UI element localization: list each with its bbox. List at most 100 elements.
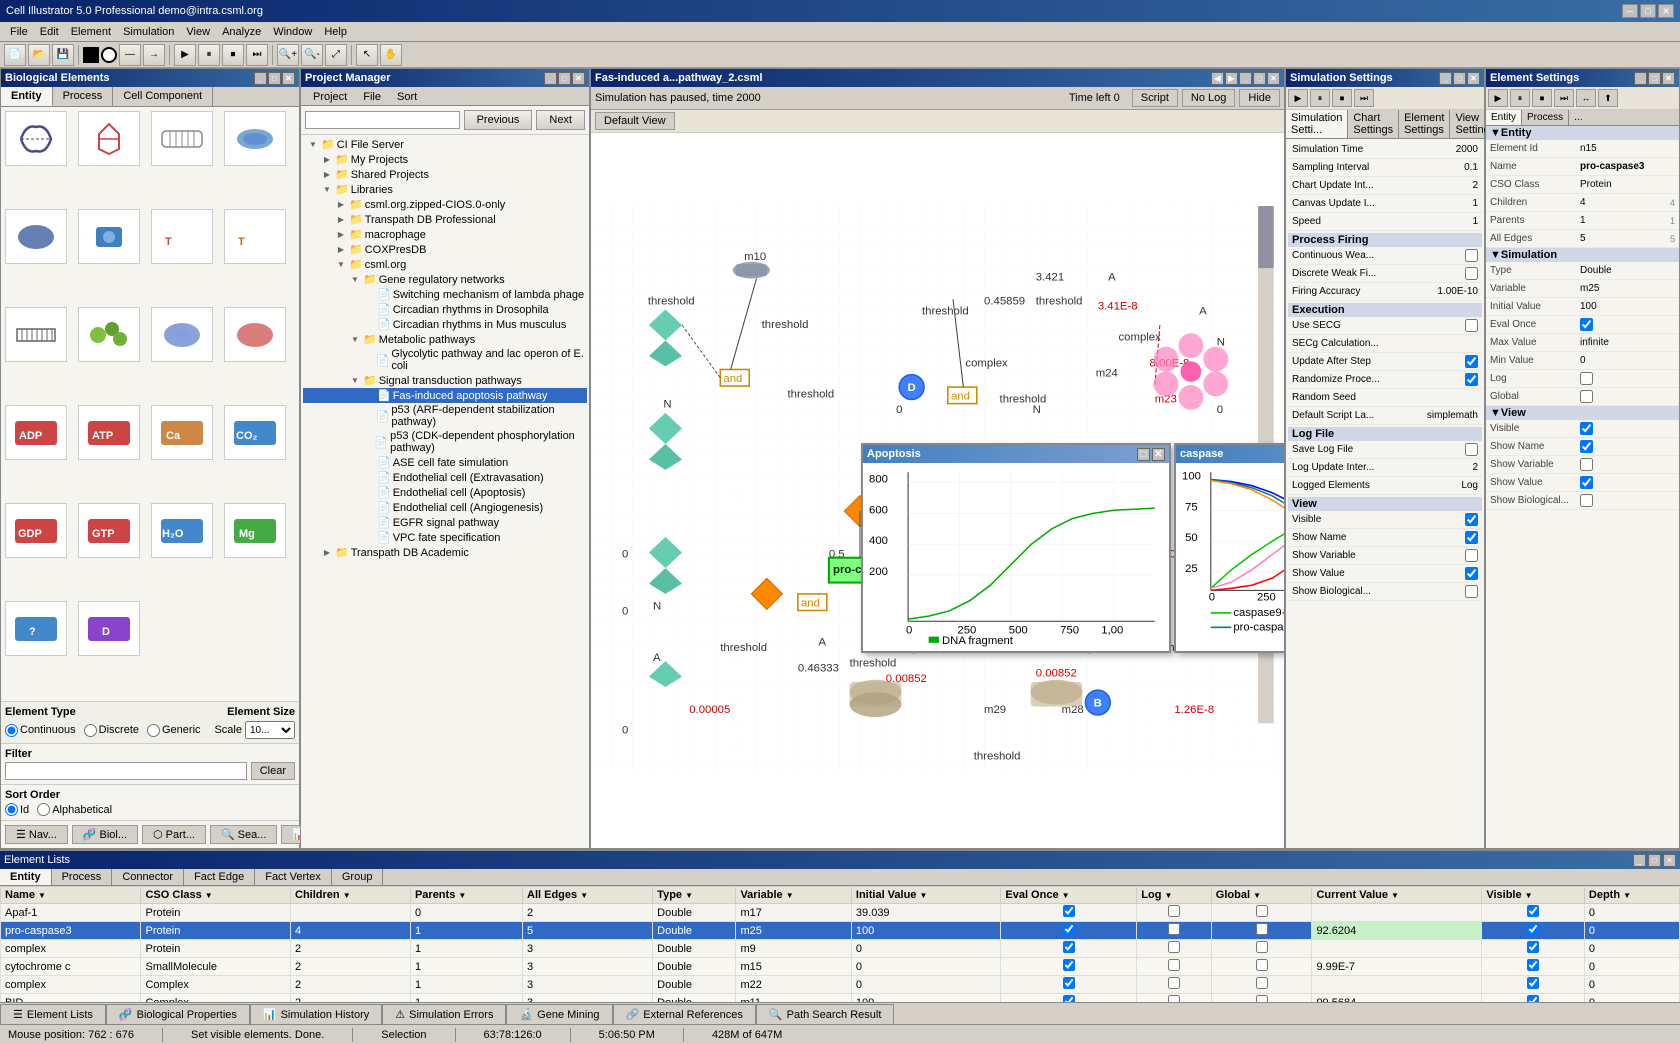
- footer-tab-extrefs[interactable]: 🔗 External References: [613, 1004, 756, 1024]
- bio-element-gdp[interactable]: GDP: [5, 503, 67, 558]
- footer-tab-bioprop[interactable]: 🧬 Biological Properties: [106, 1004, 250, 1024]
- bottom-close[interactable]: ✕: [1663, 854, 1676, 867]
- proj-tab-project[interactable]: Project: [305, 89, 355, 105]
- bio-element-co2[interactable]: CO₂: [224, 405, 286, 460]
- tree-item[interactable]: 📄p53 (CDK-dependent phosphorylation path…: [303, 429, 587, 455]
- canvas-nav-fwd[interactable]: ▶: [1225, 72, 1238, 85]
- show-bio-check[interactable]: [1465, 585, 1478, 598]
- bio-btn[interactable]: 🧬Biol...: [72, 825, 138, 844]
- apoptosis-chart-titlebar[interactable]: Apoptosis □ ✕: [863, 445, 1169, 463]
- footer-tab-genemining[interactable]: 🔬 Gene Mining: [506, 1004, 612, 1024]
- bio-element-adp[interactable]: ADP: [5, 405, 67, 460]
- elem-close[interactable]: ✕: [1662, 72, 1675, 85]
- bio-element-14[interactable]: D: [78, 601, 140, 656]
- tree-item[interactable]: 📄EGFR signal pathway: [303, 515, 587, 530]
- save-btn[interactable]: 💾: [52, 44, 74, 66]
- tree-item[interactable]: 📄Endothelial cell (Extravasation): [303, 470, 587, 485]
- apoptosis-close[interactable]: ✕: [1152, 448, 1165, 461]
- script-btn[interactable]: Script: [1132, 89, 1178, 107]
- use-secg-check[interactable]: [1465, 319, 1478, 332]
- footer-tab-simerrors[interactable]: ⚠ Simulation Errors: [382, 1004, 506, 1024]
- proj-tab-file[interactable]: File: [355, 89, 389, 105]
- show-name-check[interactable]: [1465, 531, 1478, 544]
- sea-btn[interactable]: 🔍Sea...: [210, 825, 277, 844]
- col-current[interactable]: Current Value ▼: [1312, 887, 1482, 904]
- es-tb-4[interactable]: ⏭: [1554, 89, 1574, 107]
- default-view-btn[interactable]: Default View: [595, 112, 675, 130]
- canvas-minimize[interactable]: _: [1239, 72, 1252, 85]
- menu-window[interactable]: Window: [267, 24, 318, 40]
- table-row[interactable]: Apaf-1 Protein 0 2 Double m17 39.039 0: [1, 904, 1680, 922]
- menu-simulation[interactable]: Simulation: [117, 24, 180, 40]
- zoom-in[interactable]: 🔍+: [277, 44, 299, 66]
- bottom-tab-process[interactable]: Process: [52, 869, 113, 885]
- menu-help[interactable]: Help: [318, 24, 353, 40]
- proj-minimize[interactable]: _: [544, 72, 557, 85]
- bio-element-4[interactable]: [224, 111, 286, 166]
- tree-item[interactable]: ▼📁Gene regulatory networks: [303, 272, 587, 287]
- canvas-restore[interactable]: □: [1253, 72, 1266, 85]
- tb-line[interactable]: —: [119, 44, 141, 66]
- sim-stop[interactable]: ⏹: [222, 44, 244, 66]
- menu-analyze[interactable]: Analyze: [216, 24, 267, 40]
- sim-tb-2[interactable]: ⏸: [1310, 89, 1330, 107]
- col-alledges[interactable]: All Edges ▼: [523, 887, 653, 904]
- tree-item[interactable]: ▶📁COXPresDB: [303, 242, 587, 257]
- zoom-out[interactable]: 🔍-: [301, 44, 323, 66]
- view-showbio-check[interactable]: [1580, 494, 1593, 507]
- sim-play[interactable]: ▶: [174, 44, 196, 66]
- menu-file[interactable]: File: [4, 24, 34, 40]
- col-depth[interactable]: Depth ▼: [1584, 887, 1679, 904]
- bio-element-13[interactable]: ?: [5, 601, 67, 656]
- zoom-fit[interactable]: ⤢: [325, 44, 347, 66]
- bio-element-5[interactable]: [5, 209, 67, 264]
- bio-element-7[interactable]: T: [151, 209, 213, 264]
- tb-square[interactable]: [83, 47, 99, 63]
- tree-item[interactable]: 📄Circadian rhythms in Drosophila: [303, 302, 587, 317]
- sim-tab-simset[interactable]: Simulation Setti...: [1286, 110, 1348, 138]
- es-tb-6[interactable]: ⬆: [1598, 89, 1618, 107]
- elem-minimize[interactable]: _: [1634, 72, 1647, 85]
- bio-close[interactable]: ✕: [282, 72, 295, 85]
- apoptosis-restore[interactable]: □: [1137, 448, 1150, 461]
- caspase-chart-titlebar[interactable]: caspase □ ✕: [1176, 445, 1284, 463]
- bio-panel-controls[interactable]: _ □ ✕: [254, 72, 295, 85]
- project-panel-controls[interactable]: _ □ ✕: [544, 72, 585, 85]
- bio-element-ca[interactable]: Ca: [151, 405, 213, 460]
- radio-continuous[interactable]: [5, 724, 18, 737]
- sim-tb-1[interactable]: ▶: [1288, 89, 1308, 107]
- bio-element-9[interactable]: [5, 307, 67, 362]
- tree-item[interactable]: ▶📁Transpath DB Academic: [303, 545, 587, 560]
- part-btn[interactable]: ⬡Part...: [142, 825, 206, 844]
- bottom-minimize[interactable]: _: [1633, 854, 1646, 867]
- tree-item[interactable]: ▶📁Shared Projects: [303, 167, 587, 182]
- bottom-restore[interactable]: □: [1648, 854, 1661, 867]
- tree-item[interactable]: ▼📁CI File Server: [303, 137, 587, 152]
- es-tb-5[interactable]: ↔: [1576, 89, 1596, 107]
- bio-restore[interactable]: □: [268, 72, 281, 85]
- tree-item[interactable]: ▶📁macrophage: [303, 227, 587, 242]
- show-var-check[interactable]: [1465, 549, 1478, 562]
- nav-btn[interactable]: ☰Nav...: [5, 825, 68, 844]
- tree-item[interactable]: ▼📁Signal transduction pathways: [303, 373, 587, 388]
- hand-tool[interactable]: ✋: [380, 44, 402, 66]
- hide-btn[interactable]: Hide: [1239, 89, 1280, 107]
- bio-tab-cellcomp[interactable]: Cell Component: [113, 87, 213, 106]
- apoptosis-chart[interactable]: Apoptosis □ ✕: [861, 443, 1171, 653]
- es-tab-entity[interactable]: Entity: [1486, 110, 1522, 125]
- visible-check[interactable]: [1465, 513, 1478, 526]
- save-log-check[interactable]: [1465, 443, 1478, 456]
- canvas-area[interactable]: threshold threshold threshold threshold …: [591, 133, 1284, 848]
- tree-item[interactable]: 📄Glycolytic pathway and lac operon of E.…: [303, 347, 587, 373]
- radio-sort-id[interactable]: [5, 803, 18, 816]
- es-tb-1[interactable]: ▶: [1488, 89, 1508, 107]
- table-row[interactable]: pro-caspase3 Protein 4 1 5 Double m25 10…: [1, 922, 1680, 940]
- bio-element-12[interactable]: [224, 307, 286, 362]
- es-tb-2[interactable]: ⏸: [1510, 89, 1530, 107]
- tree-item[interactable]: 📄ASE cell fate simulation: [303, 455, 587, 470]
- sim-close[interactable]: ✕: [1467, 72, 1480, 85]
- view-visible-check[interactable]: [1580, 422, 1593, 435]
- bottom-tab-connector[interactable]: Connector: [112, 869, 184, 885]
- minimize-btn[interactable]: ─: [1622, 4, 1638, 18]
- sim-panel-controls[interactable]: _ □ ✕: [1439, 72, 1480, 85]
